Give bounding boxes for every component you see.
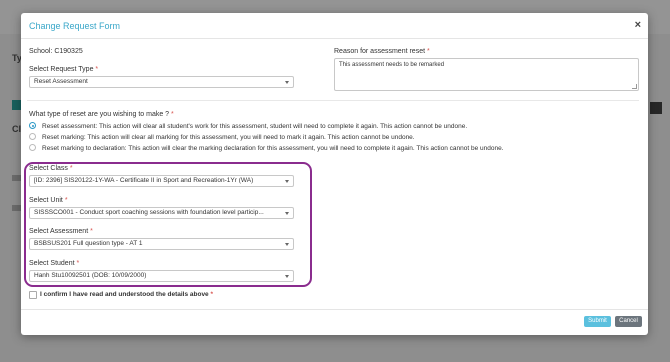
reason-label: Reason for assessment reset * [334, 48, 430, 55]
required-mark: * [64, 197, 68, 204]
required-mark: * [210, 291, 214, 298]
radio-selected-icon[interactable] [29, 122, 36, 129]
assessment-value: BSBSUS201 Full question type - AT 1 [34, 240, 143, 247]
student-value: Hanh Stu10092501 (DOB: 10/09/2000) [34, 272, 147, 279]
unit-value: SISSSCO001 - Conduct sport coaching sess… [34, 209, 264, 216]
radio-icon[interactable] [29, 133, 36, 140]
reset-type-question: What type of reset are you wishing to ma… [29, 111, 174, 118]
assessment-label: Select Assessment * [29, 228, 93, 235]
reset-option-label: Reset marking: This action will clear al… [42, 134, 415, 142]
change-request-modal: Change Request Form × School: C190325 Se… [21, 13, 648, 335]
class-select[interactable]: [ID: 2396] SIS20122-1Y-WA - Certificate … [29, 175, 294, 187]
close-icon[interactable]: × [635, 19, 641, 31]
reset-option-label: Reset marking to declaration: This actio… [42, 145, 504, 153]
chevron-down-icon [285, 243, 289, 246]
modal-title: Change Request Form [29, 21, 121, 31]
required-mark: * [69, 165, 73, 172]
chevron-down-icon [285, 275, 289, 278]
assessment-select[interactable]: BSBSUS201 Full question type - AT 1 [29, 238, 294, 250]
chevron-down-icon [285, 180, 289, 183]
reason-value: This assessment needs to be remarked [339, 62, 445, 68]
student-select[interactable]: Hanh Stu10092501 (DOB: 10/09/2000) [29, 270, 294, 282]
unit-select[interactable]: SISSSCO001 - Conduct sport coaching sess… [29, 207, 294, 219]
reset-option-declaration[interactable]: Reset marking to declaration: This actio… [29, 144, 504, 153]
required-mark: * [95, 66, 99, 73]
student-label: Select Student * [29, 260, 80, 267]
unit-label: Select Unit * [29, 197, 68, 204]
reason-textarea[interactable]: This assessment needs to be remarked [334, 58, 639, 91]
chevron-down-icon [285, 81, 289, 84]
class-label: Select Class * [29, 165, 73, 172]
modal-footer-divider [21, 309, 648, 310]
school-label: School: [29, 48, 53, 55]
required-mark: * [76, 260, 80, 267]
request-type-select[interactable]: Reset Assessment [29, 76, 294, 88]
modal-header: Change Request Form × [21, 13, 648, 39]
reset-option-assessment[interactable]: Reset assessment: This action will clear… [29, 122, 468, 131]
request-type-value: Reset Assessment [34, 78, 88, 85]
radio-icon[interactable] [29, 144, 36, 151]
reset-option-label: Reset assessment: This action will clear… [42, 123, 468, 131]
confirm-checkbox[interactable] [29, 291, 37, 299]
required-mark: * [171, 111, 174, 118]
request-type-label: Select Request Type * [29, 66, 99, 73]
school-code: C190325 [54, 48, 83, 55]
school-info: School: C190325 [29, 48, 83, 55]
reset-option-marking[interactable]: Reset marking: This action will clear al… [29, 133, 415, 142]
required-mark: * [427, 48, 430, 55]
cancel-button[interactable]: Cancel [615, 316, 642, 327]
resize-grip-icon[interactable] [632, 84, 637, 89]
confirm-label[interactable]: I confirm I have read and understood the… [40, 291, 213, 298]
divider [27, 100, 639, 101]
class-value: [ID: 2396] SIS20122-1Y-WA - Certificate … [34, 177, 254, 184]
submit-button[interactable]: Submit [584, 316, 611, 327]
chevron-down-icon [285, 212, 289, 215]
required-mark: * [90, 228, 93, 235]
